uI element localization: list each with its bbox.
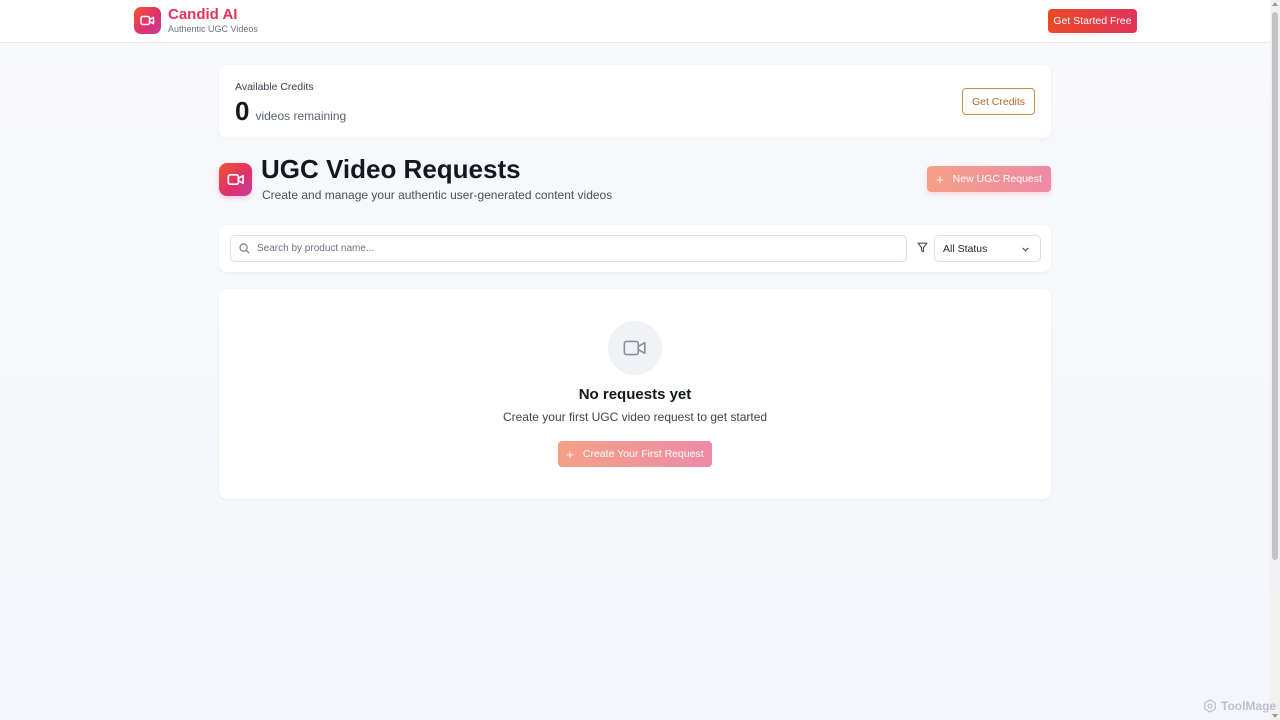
new-ugc-request-button[interactable]: + New UGC Request bbox=[927, 166, 1051, 192]
empty-state-icon-badge bbox=[608, 321, 662, 375]
new-ugc-request-label: New UGC Request bbox=[952, 173, 1042, 185]
toolmage-logo-icon bbox=[1204, 699, 1216, 713]
top-navbar: Candid AI Authentic UGC Videos Get Start… bbox=[0, 0, 1270, 43]
requests-list-empty-state: No requests yet Create your first UGC vi… bbox=[219, 289, 1051, 499]
plus-icon: + bbox=[566, 446, 574, 462]
page-subtitle: Create and manage your authentic user-ge… bbox=[262, 188, 613, 202]
brand-tagline: Authentic UGC Videos bbox=[168, 24, 258, 34]
status-filter-value: All Status bbox=[943, 242, 988, 255]
search-filter-bar: All Status bbox=[219, 225, 1051, 272]
credits-unit: videos remaining bbox=[255, 109, 347, 123]
page-scrollbar[interactable] bbox=[1270, 0, 1280, 720]
watermark-text: ToolMage bbox=[1221, 699, 1277, 713]
get-started-free-button[interactable]: Get Started Free bbox=[1048, 9, 1137, 33]
filter-icon[interactable] bbox=[917, 242, 928, 253]
brand[interactable]: Candid AI Authentic UGC Videos bbox=[134, 7, 258, 34]
scroll-down-arrow-icon[interactable] bbox=[1272, 714, 1278, 718]
empty-state-subtitle: Create your first UGC video request to g… bbox=[502, 410, 768, 424]
brand-name: Candid AI bbox=[168, 6, 238, 23]
video-camera-icon bbox=[623, 340, 646, 356]
scrollbar-thumb[interactable] bbox=[1272, 12, 1278, 560]
page-title: UGC Video Requests bbox=[261, 154, 521, 184]
watermark: ToolMage bbox=[1203, 699, 1276, 713]
credits-label: Available Credits bbox=[235, 81, 314, 93]
plus-icon: + bbox=[936, 171, 944, 187]
video-camera-icon bbox=[219, 163, 252, 196]
status-filter-select[interactable]: All Status bbox=[934, 235, 1041, 262]
empty-state-title: No requests yet bbox=[578, 386, 692, 403]
search-box[interactable] bbox=[230, 235, 907, 262]
search-input[interactable] bbox=[257, 237, 897, 260]
video-camera-icon bbox=[134, 7, 161, 34]
create-first-request-label: Create Your First Request bbox=[582, 448, 704, 460]
create-first-request-button[interactable]: + Create Your First Request bbox=[558, 441, 712, 467]
scroll-up-arrow-icon[interactable] bbox=[1272, 2, 1278, 6]
chevron-down-icon bbox=[1022, 247, 1029, 252]
credits-card: Available Credits 0 videos remaining Get… bbox=[219, 65, 1051, 138]
get-credits-button[interactable]: Get Credits bbox=[962, 88, 1035, 115]
search-icon bbox=[239, 243, 250, 254]
credits-count: 0 bbox=[235, 96, 250, 126]
